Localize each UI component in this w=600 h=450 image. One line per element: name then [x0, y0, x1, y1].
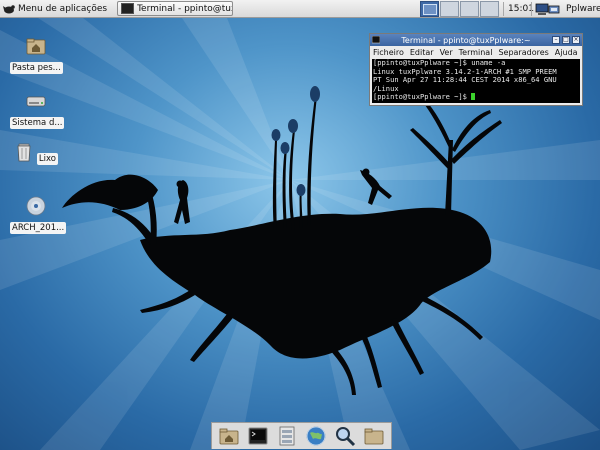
terminal-line: PT Sun Apr 27 11:28:44 CEST 2014 x86_64 … — [373, 75, 557, 85]
trash-icon — [17, 143, 31, 162]
panel-separator — [503, 2, 504, 16]
desktop-icon-arch-disc[interactable]: ARCH_201... — [10, 196, 66, 237]
drive-icon — [26, 96, 46, 107]
menu-editar[interactable]: Editar — [410, 48, 434, 57]
workspace-2[interactable] — [440, 1, 459, 17]
bottom-dock — [211, 422, 392, 449]
desktop-icon-label: Sistema d... — [10, 117, 65, 129]
workspace-4[interactable] — [480, 1, 499, 17]
applications-menu-label: Menu de aplicações — [18, 3, 108, 14]
menu-ficheiro[interactable]: Ficheiro — [373, 48, 404, 57]
menu-ajuda[interactable]: Ajuda — [555, 48, 578, 57]
top-panel: Menu de aplicações Terminal - ppinto@tux… — [0, 0, 600, 18]
desktop-icon-file-system[interactable]: Sistema d... — [10, 91, 65, 132]
terminal-output[interactable]: [ppinto@tuxPplware ~]$ uname -a Linux tux… — [372, 59, 580, 103]
web-browser-icon[interactable] — [305, 425, 327, 447]
desktop-icon-label: Lixo — [36, 153, 58, 165]
search-icon[interactable] — [334, 425, 356, 447]
terminal-icon[interactable] — [247, 425, 269, 447]
terminal-titlebar[interactable]: Terminal - ppinto@tuxPplware:~ – □ × — [370, 34, 582, 46]
desktop-icon-trash[interactable]: Lixo — [10, 142, 62, 168]
applications-menu-button[interactable]: Menu de aplicações — [0, 0, 110, 18]
terminal-window[interactable]: Terminal - ppinto@tuxPplware:~ – □ × Fic… — [369, 33, 583, 106]
terminal-cursor — [471, 93, 476, 101]
terminal-icon — [372, 36, 380, 44]
workspace-3[interactable] — [460, 1, 479, 17]
workspace-1[interactable] — [420, 1, 439, 17]
desktop-icon-label: Pasta pes... — [10, 62, 63, 74]
cd-icon — [26, 196, 46, 216]
menu-terminal[interactable]: Terminal — [459, 48, 493, 57]
network-tray-icon[interactable] — [535, 2, 561, 16]
terminal-menubar: Ficheiro Editar Ver Terminal Separadores… — [370, 46, 582, 58]
maximize-button[interactable]: □ — [562, 36, 570, 44]
desktop-icon-home-folder[interactable]: Pasta pes... — [10, 36, 63, 77]
taskbar-item-terminal[interactable]: Terminal - ppinto@tuxPp... — [117, 1, 234, 16]
menu-separadores[interactable]: Separadores — [498, 48, 548, 57]
terminal-icon — [121, 3, 135, 14]
xfce-mouse-icon — [3, 4, 15, 13]
taskbar-item-label: Terminal - ppinto@tuxPp... — [137, 3, 232, 14]
terminal-prompt: [ppinto@tuxPplware ~]$ — [373, 92, 472, 102]
terminal-title: Terminal - ppinto@tuxPplware:~ — [401, 35, 531, 45]
home-folder-icon[interactable] — [218, 425, 240, 447]
close-button[interactable]: × — [572, 36, 580, 44]
minimize-button[interactable]: – — [552, 36, 560, 44]
workspace-switcher — [420, 1, 500, 17]
user-name-label[interactable]: Pplware — [566, 0, 600, 18]
workspace-window-preview — [423, 4, 437, 15]
home-folder-icon — [26, 38, 46, 55]
menu-ver[interactable]: Ver — [440, 48, 453, 57]
desktop-icon-label: ARCH_201... — [10, 222, 66, 234]
file-manager-icon[interactable] — [276, 425, 298, 447]
folder-icon[interactable] — [363, 425, 385, 447]
panel-separator — [531, 2, 532, 16]
